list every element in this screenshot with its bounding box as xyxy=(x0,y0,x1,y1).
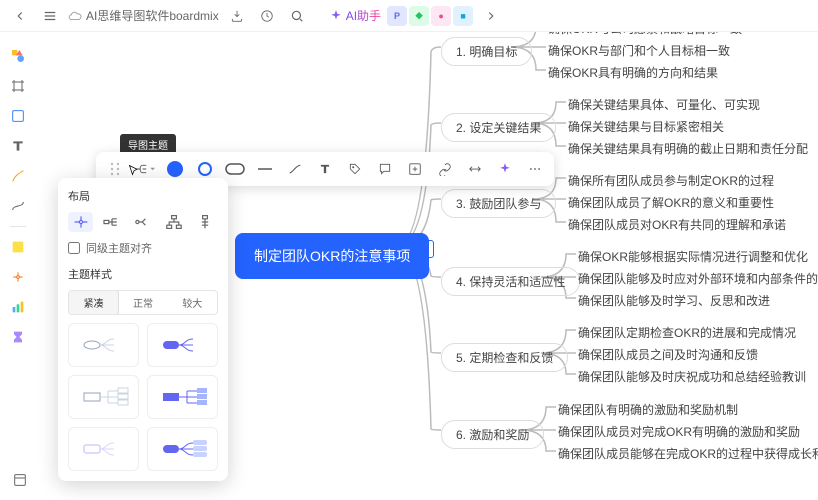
collaborator-avatars[interactable]: P ◆ ● ■ xyxy=(387,6,473,26)
theme-option-1[interactable] xyxy=(68,323,139,367)
branch-1[interactable]: 1. 明确目标 xyxy=(441,37,532,66)
leaf[interactable]: 确保团队能够及时庆祝成功和总结经验教训 xyxy=(578,368,806,385)
export-button[interactable] xyxy=(225,4,249,28)
add-child-button[interactable]: + xyxy=(416,240,434,258)
connector-tool[interactable] xyxy=(6,194,30,218)
line-style[interactable] xyxy=(284,158,306,180)
leaf[interactable]: 确保团队定期检查OKR的进展和完成情况 xyxy=(578,324,796,341)
leaf[interactable]: 确保团队成员之间及时沟通和反馈 xyxy=(578,346,758,363)
leaf[interactable]: 确保OKR能够根据实际情况进行调整和优化 xyxy=(578,248,808,265)
theme-section-title: 主题样式 xyxy=(68,266,218,282)
shapes-tool[interactable] xyxy=(6,44,30,68)
tab-normal[interactable]: 正常 xyxy=(118,291,167,314)
document-title[interactable]: AI思维导图软件boardmix xyxy=(68,7,219,24)
structure-radial[interactable] xyxy=(68,212,93,232)
text-button[interactable] xyxy=(314,158,336,180)
bottom-left-controls xyxy=(8,468,32,492)
menu-button[interactable] xyxy=(38,4,62,28)
sticky-note-tool[interactable] xyxy=(6,235,30,259)
structure-fishbone[interactable] xyxy=(193,212,218,232)
back-button[interactable] xyxy=(8,4,32,28)
link-button[interactable] xyxy=(434,158,456,180)
branch-2[interactable]: 2. 设定关键结果 xyxy=(441,113,556,142)
align-checkbox-input[interactable] xyxy=(68,242,80,254)
topbar: AI思维导图软件boardmix AI助手 P ◆ ● ■ xyxy=(0,0,818,32)
theme-option-6[interactable] xyxy=(147,427,218,471)
divider xyxy=(10,226,26,227)
mindmap-tool[interactable] xyxy=(6,265,30,289)
leaf[interactable]: 确保团队有明确的激励和奖励机制 xyxy=(558,401,738,418)
layers-button[interactable] xyxy=(8,468,32,492)
leaf[interactable]: 确保所有团队成员参与制定OKR的过程 xyxy=(568,172,774,189)
left-toolbar xyxy=(4,40,32,353)
theme-option-3[interactable] xyxy=(68,375,139,419)
ai-assistant-button[interactable]: AI助手 xyxy=(329,7,381,24)
avatar[interactable]: ● xyxy=(431,6,451,26)
theme-option-4[interactable] xyxy=(147,375,218,419)
theme-option-5[interactable] xyxy=(68,427,139,471)
align-checkbox[interactable]: 同级主题对齐 xyxy=(68,240,218,256)
branch-6[interactable]: 6. 激励和奖励 xyxy=(441,420,544,449)
layout-panel: 布局 同级主题对齐 主题样式 紧凑 正常 较大 xyxy=(58,178,228,481)
structure-tree[interactable] xyxy=(130,212,155,232)
leaf[interactable]: 确保团队成员了解OKR的意义和重要性 xyxy=(568,194,774,211)
tab-compact[interactable]: 紧凑 xyxy=(68,290,119,315)
chart-tool[interactable] xyxy=(6,295,30,319)
leaf[interactable]: 确保团队成员能够在完成OKR的过程中获得成长和发展机会 xyxy=(558,445,818,462)
leaf[interactable]: 确保OKR与公司愿景和战略目标一致 xyxy=(548,32,742,37)
leaf[interactable]: 确保团队成员对OKR有共同的理解和承诺 xyxy=(568,216,786,233)
leaf[interactable]: 确保团队能够及时学习、反思和改进 xyxy=(578,292,770,309)
more-button[interactable] xyxy=(524,158,546,180)
theme-grid xyxy=(68,323,218,471)
center-node[interactable]: 制定团队OKR的注意事项 xyxy=(236,234,428,278)
border-style[interactable] xyxy=(254,158,276,180)
stroke-color[interactable] xyxy=(194,158,216,180)
avatar[interactable]: ■ xyxy=(453,6,473,26)
frame-tool[interactable] xyxy=(6,74,30,98)
leaf[interactable]: 确保关键结果具体、可量化、可实现 xyxy=(568,96,760,113)
avatar[interactable]: ◆ xyxy=(409,6,429,26)
shape-tool[interactable] xyxy=(6,104,30,128)
align-label: 同级主题对齐 xyxy=(86,240,152,256)
structure-right[interactable] xyxy=(99,212,124,232)
leaf[interactable]: 确保OKR与部门和个人目标相一致 xyxy=(548,42,730,59)
layout-section-title: 布局 xyxy=(68,188,218,204)
history-button[interactable] xyxy=(255,4,279,28)
search-button[interactable] xyxy=(285,4,309,28)
leaf[interactable]: 确保关键结果具有明确的截止日期和责任分配 xyxy=(568,140,808,157)
cloud-icon xyxy=(68,9,82,23)
text-tool[interactable] xyxy=(6,134,30,158)
comment-button[interactable] xyxy=(374,158,396,180)
leaf[interactable]: 确保团队成员对完成OKR有明确的激励和奖励 xyxy=(558,423,800,440)
tab-large[interactable]: 较大 xyxy=(168,291,217,314)
layout-button[interactable] xyxy=(134,158,156,180)
node-shape[interactable] xyxy=(224,158,246,180)
tag-button[interactable] xyxy=(344,158,366,180)
theme-option-2[interactable] xyxy=(147,323,218,367)
fill-color[interactable] xyxy=(164,158,186,180)
forward-button[interactable] xyxy=(479,4,503,28)
density-tabs: 紧凑 正常 较大 xyxy=(68,290,218,315)
swap-button[interactable] xyxy=(464,158,486,180)
title-text: AI思维导图软件boardmix xyxy=(86,7,219,24)
ai-button[interactable] xyxy=(494,158,516,180)
leaf[interactable]: 确保OKR具有明确的方向和结果 xyxy=(548,64,718,81)
branch-3[interactable]: 3. 鼓励团队参与 xyxy=(441,189,556,218)
branch-5[interactable]: 5. 定期检查和反馈 xyxy=(441,343,568,372)
structure-org[interactable] xyxy=(162,212,187,232)
add-button[interactable] xyxy=(404,158,426,180)
drag-handle[interactable] xyxy=(104,158,126,180)
branch-4[interactable]: 4. 保持灵活和适应性 xyxy=(441,267,580,296)
more-tool[interactable] xyxy=(6,325,30,349)
leaf[interactable]: 确保团队能够及时应对外部环境和内部条件的变化 xyxy=(578,270,818,287)
leaf[interactable]: 确保关键结果与目标紧密相关 xyxy=(568,118,724,135)
structure-row xyxy=(68,212,218,232)
sparkle-icon xyxy=(329,9,343,23)
avatar[interactable]: P xyxy=(387,6,407,26)
ai-label: AI助手 xyxy=(346,7,381,24)
pen-tool[interactable] xyxy=(6,164,30,188)
